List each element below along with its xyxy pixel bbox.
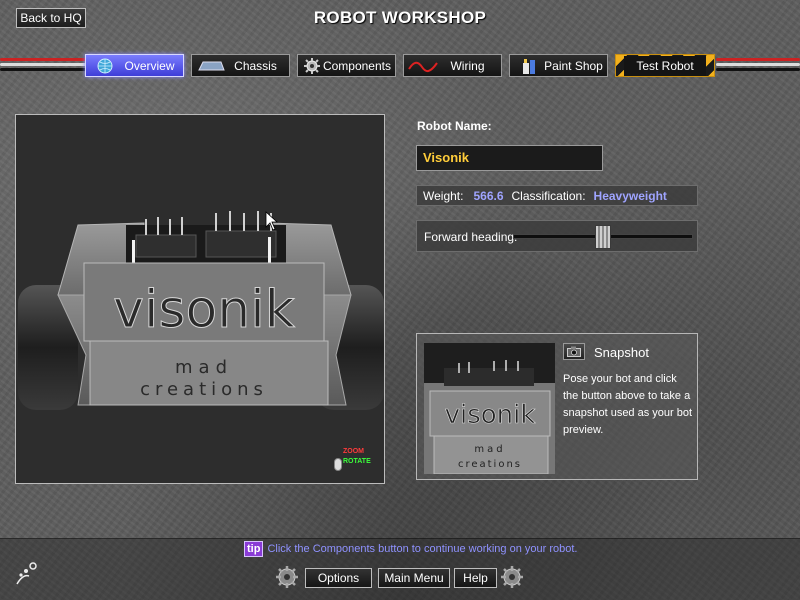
wait-cursor-icon	[16, 562, 37, 585]
robot-stats-bar: Weight: 566.6 Classification: Heavyweigh…	[416, 185, 698, 206]
robot-preview-viewport[interactable]: visonik mad creations ZOOM ROTATE	[15, 114, 385, 484]
zoom-rotate-hint: ZOOM ROTATE	[334, 448, 384, 478]
tab-chassis[interactable]: Chassis	[191, 54, 290, 77]
robot-render: visonik mad creations	[18, 211, 384, 410]
snapshot-button[interactable]	[563, 343, 585, 360]
chassis-icon	[196, 57, 226, 75]
tab-label: Overview	[124, 58, 175, 73]
weight-label: Weight:	[423, 188, 464, 203]
mouse-icon	[334, 458, 342, 471]
tip-text: Click the Components button to continue …	[267, 543, 578, 555]
robot-subtext-line1: mad	[175, 357, 233, 378]
snapshot-preview-image: visonik mad creations	[424, 343, 555, 474]
rotate-hint-label: ROTATE	[343, 458, 371, 465]
tab-overview[interactable]: Overview	[85, 54, 184, 77]
zoom-hint-label: ZOOM	[343, 448, 364, 455]
workshop-tabs: Overview Chassis Components Wiring Paint…	[0, 54, 800, 78]
tab-label: Test Robot	[624, 55, 706, 76]
forward-heading-control: Forward heading:	[416, 220, 698, 252]
classification-label: Classification:	[511, 188, 586, 203]
snapshot-description: Pose your bot and click the button above…	[563, 373, 693, 436]
paint-can-icon	[514, 57, 544, 75]
tab-components[interactable]: Components	[297, 54, 396, 77]
tab-test-robot[interactable]: Test Robot	[615, 54, 715, 77]
tab-wiring[interactable]: Wiring	[403, 54, 502, 77]
page-title: ROBOT WORKSHOP	[313, 8, 487, 27]
robot-name-input[interactable]: Visonik	[416, 145, 603, 171]
tab-paint-shop[interactable]: Paint Shop	[509, 54, 608, 77]
options-button[interactable]: Options	[305, 568, 372, 588]
robot-logo-text: visonik	[113, 280, 295, 340]
tab-label: Components	[322, 58, 391, 73]
weight-value: 566.6	[473, 188, 504, 203]
globe-icon	[90, 57, 120, 75]
gear-decoration-left-icon	[276, 566, 298, 588]
robot-name-label: Robot Name:	[417, 119, 492, 133]
classification-value: Heavyweight	[593, 188, 667, 203]
tab-label: Wiring	[450, 58, 485, 73]
gear-icon	[302, 57, 323, 75]
tip-bar: tip Click the Components button to conti…	[244, 541, 577, 557]
snapshot-subtext-line1: mad	[474, 444, 505, 455]
tab-label: Chassis	[234, 58, 277, 73]
snapshot-panel: visonik mad creations Snapshot Pose your…	[416, 333, 698, 480]
snapshot-logo-text: visonik	[445, 400, 536, 430]
camera-icon	[567, 346, 581, 357]
forward-heading-label: Forward heading:	[424, 230, 518, 244]
robot-subtext-line2: creations	[140, 379, 268, 400]
snapshot-title: Snapshot	[594, 345, 649, 360]
snapshot-subtext-line2: creations	[458, 459, 522, 470]
tab-label: Paint Shop	[544, 58, 603, 73]
gear-decoration-right-icon	[501, 566, 523, 588]
main-menu-button[interactable]: Main Menu	[378, 568, 450, 588]
tip-badge: tip	[244, 541, 264, 557]
forward-heading-slider-thumb[interactable]	[595, 225, 611, 249]
help-button[interactable]: Help	[454, 568, 497, 588]
wire-icon	[408, 57, 438, 75]
